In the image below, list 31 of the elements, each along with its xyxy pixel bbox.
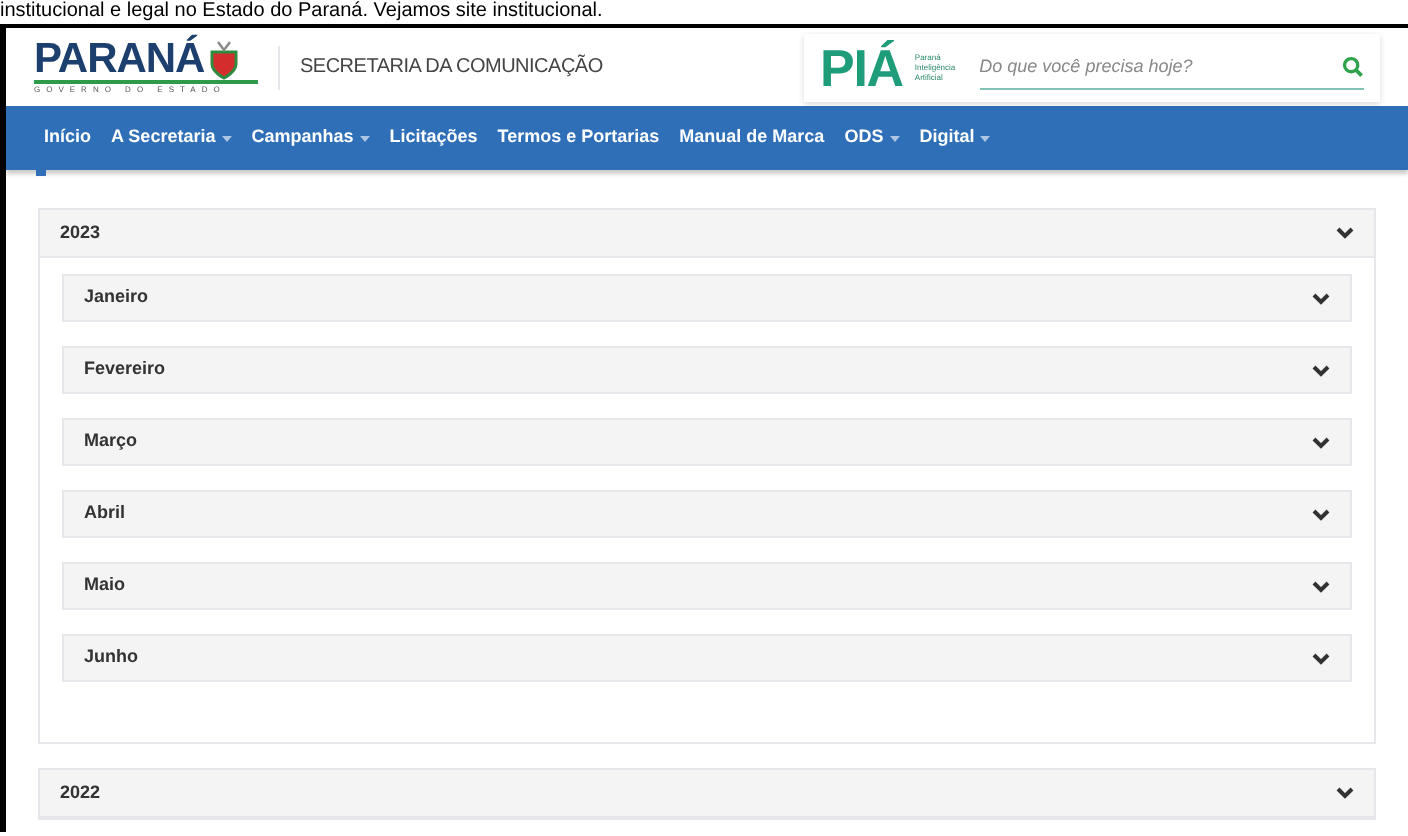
accordion-header[interactable]: Maio: [62, 562, 1352, 610]
nav-link[interactable]: ODS: [844, 124, 884, 152]
chevron-down-icon: [1312, 651, 1330, 665]
department-name: SECRETARIA DA COMUNICAÇÃO: [300, 52, 603, 82]
accordion-header[interactable]: Fevereiro: [62, 346, 1352, 394]
accordion-header[interactable]: Janeiro: [62, 274, 1352, 322]
chevron-down-icon: [1336, 786, 1354, 800]
chevron-down-icon: [1336, 226, 1354, 240]
accordion-header[interactable]: 2022: [40, 770, 1374, 818]
chevron-down-icon: [1312, 507, 1330, 521]
nav-link[interactable]: Digital: [919, 124, 975, 152]
nav-link[interactable]: A Secretaria: [111, 124, 216, 152]
nav-link[interactable]: Termos e Portarias: [497, 124, 660, 152]
chevron-down-icon: [1312, 291, 1330, 305]
nav-link[interactable]: Manual de Marca: [679, 124, 825, 152]
search-field[interactable]: Do que você precisa hoje?: [979, 45, 1342, 87]
accordion-header[interactable]: 2023: [40, 210, 1374, 258]
search-icon[interactable]: [1342, 55, 1364, 77]
chevron-down-icon: [1312, 435, 1330, 449]
nav-link[interactable]: Campanhas: [251, 124, 354, 152]
nav-link[interactable]: Licitações: [389, 124, 478, 152]
accordion-header[interactable]: Março: [62, 418, 1352, 466]
accordion-header[interactable]: Abril: [62, 490, 1352, 538]
coat-of-arms-icon: [208, 39, 241, 79]
logo-text: PARANÁ: [34, 38, 205, 80]
nav-link[interactable]: Início: [44, 124, 92, 152]
accordion-header[interactable]: Junho: [62, 634, 1352, 682]
caption-text: institucional e legal no Estado do Paraná. Vejamos site institucional.: [0, 0, 603, 24]
chevron-down-icon: [1312, 579, 1330, 593]
chevron-down-icon: [1312, 363, 1330, 377]
pia-logo: PIÁ: [820, 41, 903, 93]
